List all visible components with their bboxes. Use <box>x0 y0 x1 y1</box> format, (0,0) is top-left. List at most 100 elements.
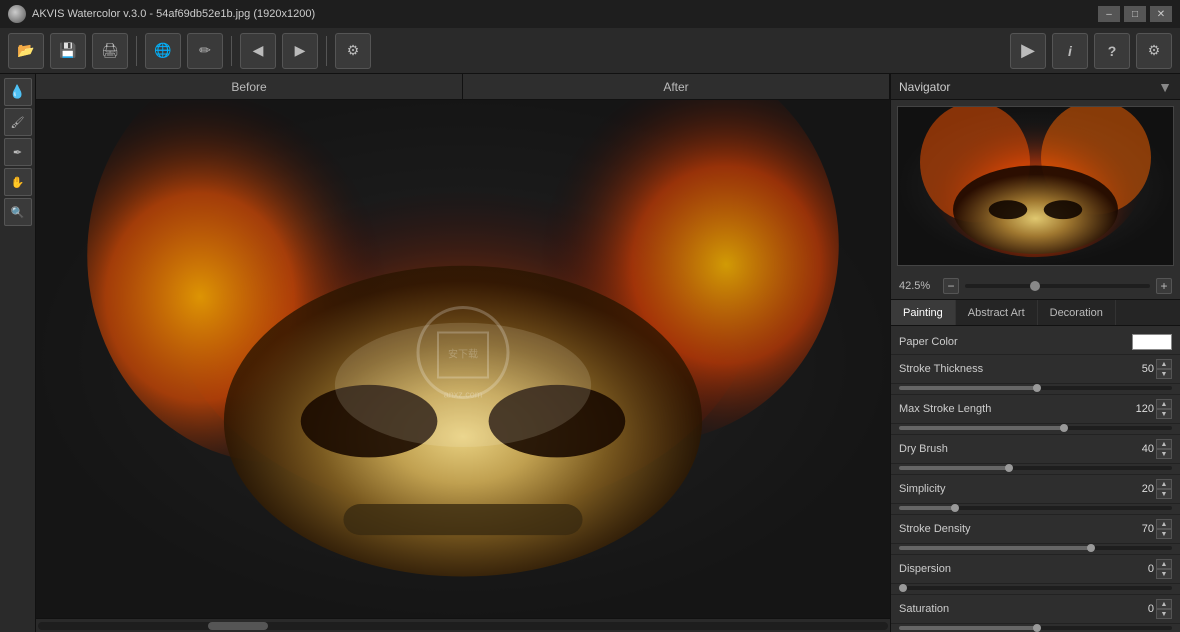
max-stroke-length-label: Max Stroke Length <box>899 403 1118 415</box>
stroke-density-slider-thumb[interactable] <box>1087 544 1095 552</box>
before-tab[interactable]: Before <box>36 74 463 99</box>
canvas-wrapper[interactable]: anxz.com 安下载 <box>36 100 890 618</box>
stroke-thickness-spin-down[interactable]: ▼ <box>1156 369 1172 379</box>
after-tab[interactable]: After <box>463 74 890 99</box>
dispersion-spinner[interactable]: ▲ ▼ <box>1156 559 1172 579</box>
dry-brush-spin-down[interactable]: ▼ <box>1156 449 1172 459</box>
dispersion-slider[interactable] <box>899 586 1172 590</box>
dropper-icon: 💧 <box>9 84 25 100</box>
info-btn[interactable]: i <box>1052 33 1088 69</box>
dry-brush-row: Dry Brush 40 ▲ ▼ <box>891 435 1180 464</box>
zoom-tool[interactable]: 🔍 <box>4 198 32 226</box>
saturation-spin-down[interactable]: ▼ <box>1156 609 1172 619</box>
saturation-slider[interactable] <box>899 626 1172 630</box>
simplicity-label: Simplicity <box>899 483 1118 495</box>
zoom-slider-thumb[interactable] <box>1030 281 1040 291</box>
brush-tool[interactable]: 🖌 <box>4 108 32 136</box>
play-btn[interactable]: ▶ <box>1010 33 1046 69</box>
info-icon: i <box>1068 43 1072 59</box>
dispersion-spin-up[interactable]: ▲ <box>1156 559 1172 569</box>
saturation-slider-thumb[interactable] <box>1033 624 1041 632</box>
stroke-thickness-spinner[interactable]: ▲ ▼ <box>1156 359 1172 379</box>
stroke-thickness-label: Stroke Thickness <box>899 363 1118 375</box>
maximize-button[interactable]: □ <box>1124 6 1146 22</box>
max-stroke-length-spin-up[interactable]: ▲ <box>1156 399 1172 409</box>
dispersion-slider-thumb[interactable] <box>899 584 907 592</box>
navigator-collapse-icon[interactable]: ▼ <box>1158 79 1172 95</box>
dispersion-spin-down[interactable]: ▼ <box>1156 569 1172 579</box>
open-file-btn[interactable]: 📂 <box>8 33 44 69</box>
saturation-slider-row <box>891 624 1180 632</box>
stroke-thickness-slider-row <box>891 384 1180 395</box>
saturation-spinner[interactable]: ▲ ▼ <box>1156 599 1172 619</box>
horizontal-scrollbar[interactable] <box>36 618 890 632</box>
prefs-btn[interactable]: ⚙ <box>1136 33 1172 69</box>
stroke-density-spinner[interactable]: ▲ ▼ <box>1156 519 1172 539</box>
print-btn[interactable]: 🖨 <box>92 33 128 69</box>
canvas-area: Before After <box>36 74 890 632</box>
toolbar: 📂 💾 🖨 🌐 ✏ ◀ ▶ ⚙ ▶ i ? ⚙ <box>0 28 1180 74</box>
simplicity-spinner[interactable]: ▲ ▼ <box>1156 479 1172 499</box>
left-toolbar: 💧 🖌 ✒ ✋ 🔍 <box>0 74 36 632</box>
stroke-thickness-spin-up[interactable]: ▲ <box>1156 359 1172 369</box>
max-stroke-length-slider-thumb[interactable] <box>1060 424 1068 432</box>
simplicity-slider[interactable] <box>899 506 1172 510</box>
app-icon <box>8 5 26 23</box>
scroll-track[interactable] <box>38 622 888 630</box>
max-stroke-length-value: 120 <box>1118 403 1154 415</box>
dropper-tool[interactable]: 💧 <box>4 78 32 106</box>
simplicity-spin-up[interactable]: ▲ <box>1156 479 1172 489</box>
erase-icon: ✏ <box>199 42 211 59</box>
redo-icon: ▶ <box>295 42 306 59</box>
eyedropper-tool[interactable]: ✒ <box>4 138 32 166</box>
stroke-density-slider-fill <box>899 546 1090 550</box>
simplicity-spin-down[interactable]: ▼ <box>1156 489 1172 499</box>
undo-btn[interactable]: ◀ <box>240 33 276 69</box>
toolbar-separator-2 <box>231 36 232 66</box>
dry-brush-slider-thumb[interactable] <box>1005 464 1013 472</box>
dry-brush-slider[interactable] <box>899 466 1172 470</box>
stroke-density-spin-down[interactable]: ▼ <box>1156 529 1172 539</box>
erase-btn[interactable]: ✏ <box>187 33 223 69</box>
save-btn[interactable]: 💾 <box>50 33 86 69</box>
stroke-thickness-row: Stroke Thickness 50 ▲ ▼ <box>891 355 1180 384</box>
stroke-density-slider-row <box>891 544 1180 555</box>
view-tabs: Before After <box>36 74 890 100</box>
stroke-thickness-slider-fill <box>899 386 1036 390</box>
stroke-thickness-slider[interactable] <box>899 386 1172 390</box>
saturation-spin-up[interactable]: ▲ <box>1156 599 1172 609</box>
toolbar-separator-1 <box>136 36 137 66</box>
brush-icon: 🖌 <box>11 116 25 129</box>
decoration-tab[interactable]: Decoration <box>1038 300 1116 325</box>
zoom-out-btn[interactable]: − <box>943 278 959 294</box>
settings-btn[interactable]: ⚙ <box>335 33 371 69</box>
minimize-button[interactable]: – <box>1098 6 1120 22</box>
abstract-art-tab[interactable]: Abstract Art <box>956 300 1038 325</box>
redo-btn[interactable]: ▶ <box>282 33 318 69</box>
dry-brush-spinner[interactable]: ▲ ▼ <box>1156 439 1172 459</box>
pan-tool[interactable]: ✋ <box>4 168 32 196</box>
prefs-gear-icon: ⚙ <box>1148 42 1161 59</box>
zoom-in-btn[interactable]: + <box>1156 278 1172 294</box>
stroke-density-slider[interactable] <box>899 546 1172 550</box>
close-button[interactable]: ✕ <box>1150 6 1172 22</box>
dispersion-value: 0 <box>1118 563 1154 575</box>
help-btn[interactable]: ? <box>1094 33 1130 69</box>
paper-color-swatch[interactable] <box>1132 334 1172 350</box>
simplicity-value: 20 <box>1118 483 1154 495</box>
scroll-thumb[interactable] <box>208 622 268 630</box>
max-stroke-length-slider[interactable] <box>899 426 1172 430</box>
painting-tab[interactable]: Painting <box>891 300 956 325</box>
stroke-density-spin-up[interactable]: ▲ <box>1156 519 1172 529</box>
max-stroke-length-spinner[interactable]: ▲ ▼ <box>1156 399 1172 419</box>
stroke-thickness-slider-thumb[interactable] <box>1033 384 1041 392</box>
web-btn[interactable]: 🌐 <box>145 33 181 69</box>
max-stroke-length-spin-down[interactable]: ▼ <box>1156 409 1172 419</box>
dry-brush-spin-up[interactable]: ▲ <box>1156 439 1172 449</box>
saturation-row: Saturation 0 ▲ ▼ <box>891 595 1180 624</box>
zoom-slider[interactable] <box>965 284 1150 288</box>
simplicity-slider-thumb[interactable] <box>951 504 959 512</box>
main-area: 💧 🖌 ✒ ✋ 🔍 Before After <box>0 74 1180 632</box>
dispersion-row: Dispersion 0 ▲ ▼ <box>891 555 1180 584</box>
web-icon: 🌐 <box>154 42 171 59</box>
